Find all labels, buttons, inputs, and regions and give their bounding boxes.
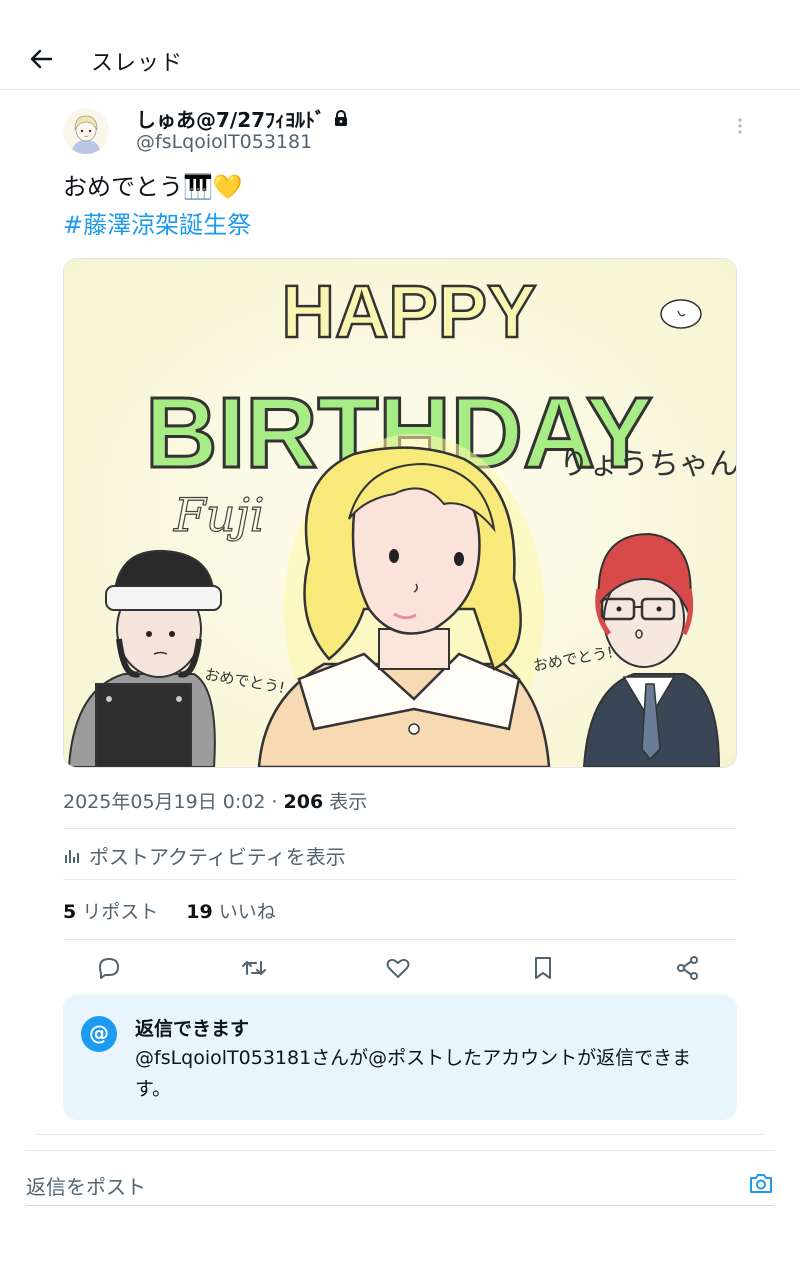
reposts-count: 5: [63, 901, 77, 923]
share-icon[interactable]: [674, 954, 702, 982]
camera-icon[interactable]: [748, 1170, 774, 1196]
post-activity-label: ポストアクティビティを表示: [89, 845, 346, 869]
stats-icon: [65, 849, 79, 863]
hashtag-link[interactable]: #藤澤涼架誕生祭: [63, 205, 251, 240]
action-bar: [63, 950, 737, 986]
divider: [37, 1134, 764, 1135]
tweet-text: おめでとう🎹💛: [63, 173, 243, 201]
happy-text: HAPPY: [282, 270, 537, 353]
tweet-timestamp[interactable]: 2025年05月19日 0:02 · 206 表示: [63, 787, 367, 814]
reply-composer[interactable]: 返信をポスト: [26, 1150, 774, 1206]
likes-label: いいね: [212, 901, 276, 923]
likes-stat[interactable]: 19 いいね: [186, 901, 276, 923]
divider: [63, 828, 737, 829]
timestamp-text: 2025年05月19日 0:02 ·: [63, 791, 284, 813]
back-arrow-icon[interactable]: [26, 44, 56, 74]
signature-text: Fuji: [173, 488, 265, 542]
reply-settings-title: 返信できます: [135, 1018, 250, 1040]
reposts-label: リポスト: [76, 901, 159, 923]
repost-icon[interactable]: [240, 954, 268, 982]
lock-icon: [335, 110, 347, 126]
reposts-stat[interactable]: 5 リポスト: [63, 901, 158, 923]
author-handle[interactable]: @fsLqoiolT053181: [136, 131, 312, 153]
reply-input[interactable]: 返信をポスト: [26, 1171, 146, 1200]
likes-count: 19: [186, 901, 213, 923]
tweet-image[interactable]: HAPPY BIRTHDAY りょうちゃん Fuji おめでとう! おめでとう!: [63, 258, 737, 768]
more-vertical-icon[interactable]: [730, 116, 750, 136]
author-name[interactable]: しゅあ@7/27ﾌｨﾖﾙﾄﾞ: [136, 104, 325, 133]
reply-settings-notice: @ 返信できます @fsLqoiolT053181さんが@ポストしたアカウントが…: [63, 994, 737, 1120]
at-icon: @: [81, 1016, 117, 1052]
views-count: 206: [283, 791, 324, 813]
page-title: スレッド: [91, 51, 184, 76]
like-icon[interactable]: [384, 954, 412, 982]
divider: [63, 879, 737, 880]
engagement-stats: 5 リポスト 19 いいね: [63, 897, 276, 924]
top-bar: スレッド: [0, 0, 800, 90]
divider: [63, 939, 737, 940]
views-label: 表示: [323, 791, 368, 813]
name-tag-text: りょうちゃん: [559, 447, 736, 482]
avatar[interactable]: [63, 108, 109, 154]
reply-settings-description: @fsLqoiolT053181さんが@ポストしたアカウントが返信できます。: [135, 1047, 692, 1100]
bookmark-icon[interactable]: [529, 954, 557, 982]
reply-icon[interactable]: [95, 954, 123, 982]
post-activity-link[interactable]: ポストアクティビティを表示: [63, 841, 346, 870]
